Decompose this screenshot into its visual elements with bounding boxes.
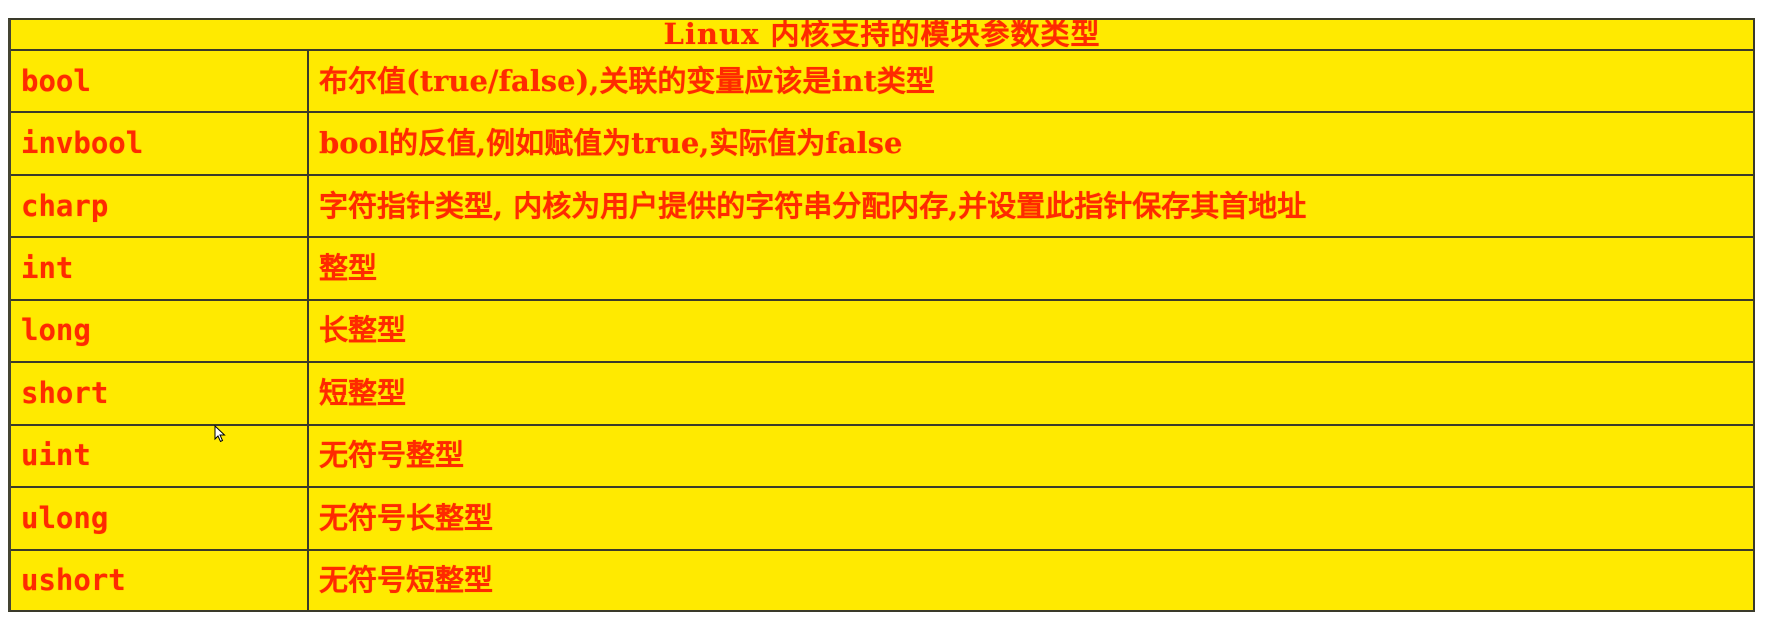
param-type-cell: charp	[11, 173, 309, 239]
table-row: ulong 无符号长整型	[11, 486, 1753, 551]
param-type-cell: bool	[11, 48, 309, 114]
table-row: invbool bool的反值,例如赋值为true,实际值为false	[11, 111, 1753, 176]
table-row: short 短整型	[11, 361, 1753, 426]
param-desc-cell: 无符号短整型	[307, 548, 1753, 610]
param-desc-cell: 无符号长整型	[307, 486, 1753, 551]
params-table: Linux 内核支持的模块参数类型 bool 布尔值(true/false),关…	[11, 20, 1753, 610]
table-row: long 长整型	[11, 298, 1753, 364]
param-desc-cell: 整型	[307, 236, 1753, 301]
table-title: Linux 内核支持的模块参数类型	[11, 20, 1753, 51]
table-row: uint 无符号整型	[11, 423, 1753, 489]
param-desc-cell: bool的反值,例如赋值为true,实际值为false	[307, 111, 1753, 176]
table-row: int 整型	[11, 236, 1753, 301]
table-row: bool 布尔值(true/false),关联的变量应该是int类型	[11, 48, 1753, 114]
param-desc-cell: 长整型	[307, 298, 1753, 364]
module-param-types-table: Linux 内核支持的模块参数类型 bool 布尔值(true/false),关…	[8, 18, 1755, 612]
table-header-row: Linux 内核支持的模块参数类型	[11, 20, 1753, 51]
mouse-pointer-icon	[214, 425, 226, 443]
param-desc-cell: 布尔值(true/false),关联的变量应该是int类型	[307, 48, 1753, 114]
param-type-cell: uint	[11, 423, 309, 489]
param-type-cell: int	[11, 236, 309, 301]
param-type-cell: short	[11, 361, 309, 426]
param-type-cell: ushort	[11, 548, 309, 610]
param-type-cell: ulong	[11, 486, 309, 551]
param-type-cell: long	[11, 298, 309, 364]
param-desc-cell: 短整型	[307, 361, 1753, 426]
param-desc-cell: 字符指针类型, 内核为用户提供的字符串分配内存,并设置此指针保存其首地址	[307, 173, 1753, 239]
table-row: charp 字符指针类型, 内核为用户提供的字符串分配内存,并设置此指针保存其首…	[11, 173, 1753, 239]
param-type-cell: invbool	[11, 111, 309, 176]
param-desc-cell: 无符号整型	[307, 423, 1753, 489]
table-row: ushort 无符号短整型	[11, 548, 1753, 610]
